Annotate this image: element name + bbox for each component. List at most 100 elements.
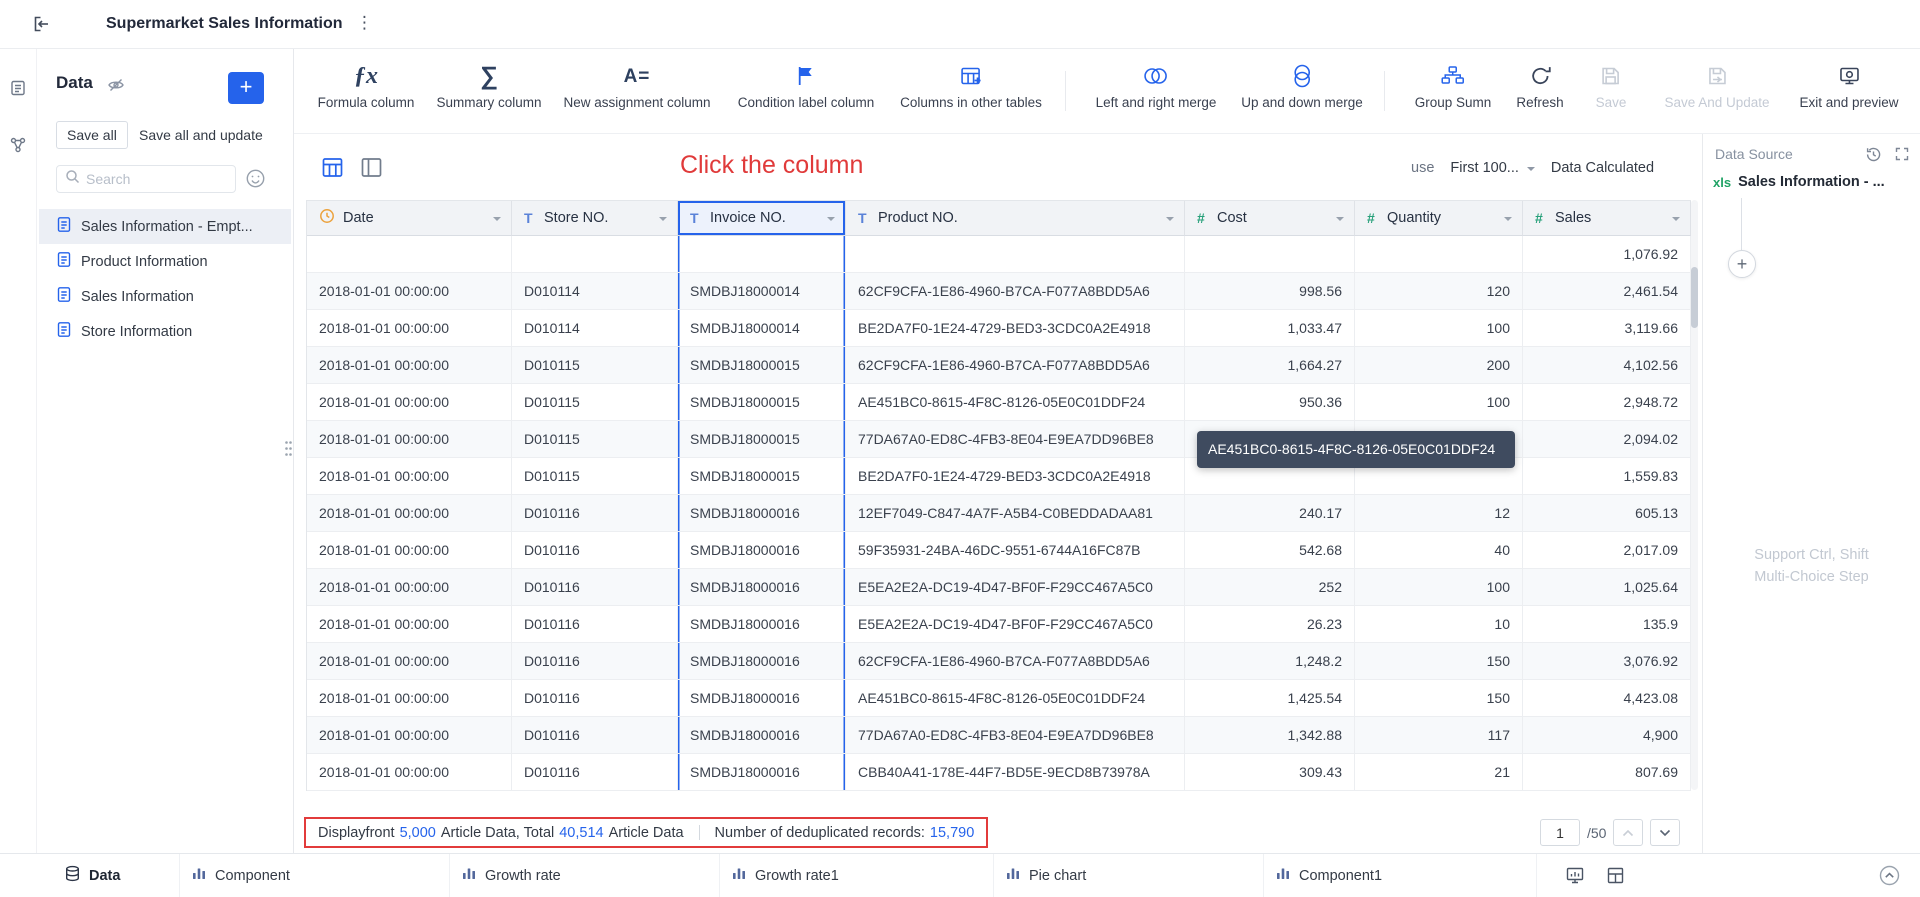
table-cell[interactable]: 1,076.92 (1523, 236, 1691, 273)
table-cell[interactable] (846, 236, 1185, 273)
data-source-item[interactable]: xls Sales Information - ... (1713, 174, 1885, 190)
column-header-quantity[interactable]: # Quantity (1355, 201, 1523, 236)
formula-column-button[interactable]: ƒx Formula column (318, 60, 415, 110)
table-cell[interactable]: 2,948.72 (1523, 384, 1691, 421)
table-cell[interactable]: 998.56 (1185, 273, 1355, 310)
filter-caret-icon[interactable] (659, 216, 667, 225)
layout-board-icon[interactable] (1606, 866, 1625, 890)
table-cell[interactable]: 1,425.54 (1185, 680, 1355, 717)
new-assignment-column-button[interactable]: A= New assignment column (563, 60, 710, 111)
table-cell[interactable]: 1,248.2 (1185, 643, 1355, 680)
table-cell[interactable]: 40 (1355, 532, 1523, 569)
smiley-icon[interactable] (245, 168, 266, 194)
table-cell[interactable]: 12EF7049-C847-4A7F-A5B4-C0BEDDADAA81 (846, 495, 1185, 532)
table-cell[interactable]: 605.13 (1523, 495, 1691, 532)
table-cell[interactable]: 2018-01-01 00:00:00 (307, 754, 512, 791)
table-cell[interactable]: 2,094.02 (1523, 421, 1691, 458)
table-cell[interactable]: 2,017.09 (1523, 532, 1691, 569)
page-input[interactable] (1540, 819, 1580, 846)
table-cell[interactable]: SMDBJ18000016 (678, 643, 846, 680)
table-cell[interactable] (678, 236, 846, 273)
table-cell[interactable]: 1,342.88 (1185, 717, 1355, 754)
sidebar-item-product-information[interactable]: Product Information (39, 244, 291, 279)
dedup-count[interactable]: 15,790 (930, 825, 974, 841)
table-cell[interactable]: BE2DA7F0-1E24-4729-BED3-3CDC0A2E4918 (846, 310, 1185, 347)
vertical-scrollbar[interactable] (1691, 200, 1698, 790)
table-cell[interactable]: SMDBJ18000015 (678, 347, 846, 384)
table-cell[interactable]: D010115 (512, 384, 678, 421)
panel-drag-handle[interactable] (284, 440, 293, 462)
table-cell[interactable]: AE451BC0-8615-4F8C-8126-05E0C01DDF24 (846, 680, 1185, 717)
table-cell[interactable]: SMDBJ18000016 (678, 495, 846, 532)
table-cell[interactable]: 100 (1355, 384, 1523, 421)
table-cell[interactable]: 59F35931-24BA-46DC-9551-6744A16FC87B (846, 532, 1185, 569)
column-header-invoice-no[interactable]: T Invoice NO. (678, 201, 846, 236)
table-cell[interactable]: SMDBJ18000016 (678, 717, 846, 754)
tab-growth-rate[interactable]: Growth rate (450, 854, 720, 897)
group-summary-button[interactable]: Group Sumn (1415, 60, 1491, 110)
column-header-product-no[interactable]: T Product NO. (846, 201, 1185, 236)
filter-caret-icon[interactable] (1504, 216, 1512, 225)
table-cell[interactable]: 120 (1355, 273, 1523, 310)
table-cell[interactable]: 2018-01-01 00:00:00 (307, 495, 512, 532)
column-header-date[interactable]: Date (307, 201, 512, 236)
table-cell[interactable]: 4,900 (1523, 717, 1691, 754)
table-cell[interactable]: 2018-01-01 00:00:00 (307, 717, 512, 754)
table-cell[interactable]: 3,119.66 (1523, 310, 1691, 347)
filter-caret-icon[interactable] (827, 216, 835, 225)
table-cell[interactable]: 2018-01-01 00:00:00 (307, 421, 512, 458)
sidebar-item-store-information[interactable]: Store Information (39, 314, 291, 349)
table-cell[interactable]: SMDBJ18000016 (678, 532, 846, 569)
exit-and-preview-button[interactable]: Exit and preview (1799, 60, 1899, 110)
table-cell[interactable] (307, 236, 512, 273)
filter-caret-icon[interactable] (1336, 216, 1344, 225)
table-cell[interactable]: D010116 (512, 754, 678, 791)
table-cell[interactable]: 150 (1355, 643, 1523, 680)
table-cell[interactable]: 117 (1355, 717, 1523, 754)
table-cell[interactable]: D010116 (512, 532, 678, 569)
search-input[interactable] (86, 171, 216, 187)
table-cell[interactable]: D010116 (512, 606, 678, 643)
dataset-list-icon[interactable] (9, 79, 27, 102)
table-cell[interactable]: 2018-01-01 00:00:00 (307, 384, 512, 421)
table-cell[interactable]: SMDBJ18000016 (678, 606, 846, 643)
table-cell[interactable]: D010116 (512, 495, 678, 532)
table-cell[interactable]: 1,025.64 (1523, 569, 1691, 606)
table-cell[interactable]: SMDBJ18000016 (678, 680, 846, 717)
table-cell[interactable]: 2018-01-01 00:00:00 (307, 458, 512, 495)
collapse-panel-icon[interactable] (31, 14, 51, 39)
table-cell[interactable]: 62CF9CFA-1E86-4960-B7CA-F077A8BDD5A6 (846, 273, 1185, 310)
table-cell[interactable] (512, 236, 678, 273)
column-header-cost[interactable]: # Cost (1185, 201, 1355, 236)
column-header-sales[interactable]: # Sales (1523, 201, 1691, 236)
grid-view-toggle-icon[interactable] (321, 156, 344, 184)
table-cell[interactable]: 2018-01-01 00:00:00 (307, 643, 512, 680)
table-cell[interactable]: 77DA67A0-ED8C-4FB3-8E04-E9EA7DD96BE8 (846, 717, 1185, 754)
table-cell[interactable]: 62CF9CFA-1E86-4960-B7CA-F077A8BDD5A6 (846, 347, 1185, 384)
table-cell[interactable]: 26.23 (1185, 606, 1355, 643)
table-cell[interactable]: 2018-01-01 00:00:00 (307, 680, 512, 717)
table-cell[interactable]: 240.17 (1185, 495, 1355, 532)
tab-component1[interactable]: Component1 (1264, 854, 1537, 897)
table-cell[interactable]: 4,102.56 (1523, 347, 1691, 384)
table-cell[interactable]: SMDBJ18000015 (678, 421, 846, 458)
table-cell[interactable]: 2018-01-01 00:00:00 (307, 569, 512, 606)
table-cell[interactable]: 2018-01-01 00:00:00 (307, 532, 512, 569)
table-cell[interactable]: SMDBJ18000016 (678, 569, 846, 606)
table-cell[interactable]: D010116 (512, 680, 678, 717)
save-all-button[interactable]: Save all (56, 121, 128, 149)
filter-caret-icon[interactable] (1166, 216, 1174, 225)
table-cell[interactable]: E5EA2E2A-DC19-4D47-BF0F-F29CC467A5C0 (846, 569, 1185, 606)
table-cell[interactable]: D010115 (512, 347, 678, 384)
next-page-button[interactable] (1650, 819, 1681, 846)
table-cell[interactable]: 807.69 (1523, 754, 1691, 791)
sidebar-item-sales-information-empty[interactable]: Sales Information - Empt... (39, 209, 291, 244)
row-limit-dropdown[interactable]: First 100... (1450, 160, 1535, 176)
scrollbar-thumb[interactable] (1691, 267, 1698, 328)
table-cell[interactable]: 309.43 (1185, 754, 1355, 791)
table-cell[interactable]: 21 (1355, 754, 1523, 791)
display-count[interactable]: 5,000 (400, 825, 436, 841)
preview-dashboard-icon[interactable] (1565, 866, 1585, 890)
table-cell[interactable]: D010116 (512, 717, 678, 754)
tab-growth-rate1[interactable]: Growth rate1 (720, 854, 994, 897)
